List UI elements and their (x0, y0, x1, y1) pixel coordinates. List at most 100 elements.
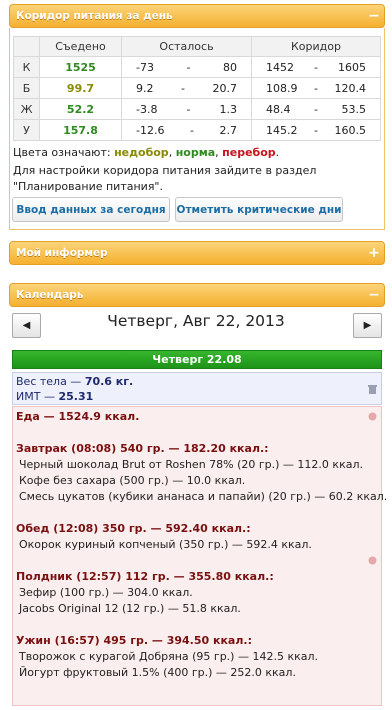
hint-text-line1: Для настройки коридора питания зайдите в… (13, 164, 317, 177)
next-day-button[interactable]: ▶ (353, 313, 382, 338)
remaining-range: 9.2 - 20.7 (121, 77, 252, 99)
range-max: 1605 (337, 60, 366, 74)
table-row: У 157.8 -12.6 - 2.7 145.2 - 160.5 (13, 119, 381, 141)
meal-item: Jacobs Original 12 (12 гр.) — 51.8 ккал. (19, 602, 241, 615)
corridor-table: Съедено Осталось Коридор К 1525 -73 - 80 1… (13, 36, 381, 141)
row-label: У (13, 119, 40, 141)
range-dash: - (181, 81, 185, 95)
table-row: К 1525 -73 - 80 1452 - 1605 (13, 56, 381, 78)
row-label: Ж (13, 98, 40, 120)
corridor-panel-title: Коридор питания за день (16, 10, 173, 22)
eaten-value: 1525 (39, 56, 122, 78)
remaining-range: -73 - 80 (121, 56, 252, 78)
corridor-range: 1452 - 1605 (251, 56, 381, 78)
range-dash: - (314, 123, 318, 137)
table-header-cell: Съедено (39, 36, 122, 57)
row-label: Б (13, 77, 40, 99)
arrow-right-icon: ▶ (363, 320, 372, 331)
range-max: 160.5 (334, 123, 366, 137)
range-dash: - (186, 60, 191, 74)
calendar-panel-title: Календарь (16, 289, 84, 301)
enter-today-data-button[interactable]: Ввод данных за сегодня (12, 197, 170, 222)
food-value: 1524.9 ккал. (58, 410, 140, 423)
meal-title-breakfast: Завтрак (08:08) 540 гр. — 182.20 ккал.: (16, 442, 269, 455)
weight-value: 70.6 кг. (84, 375, 134, 388)
remaining-range: -12.6 - 2.7 (121, 119, 252, 141)
informer-panel-header[interactable]: Мой информер + (9, 241, 385, 265)
range-max: 1.3 (219, 102, 237, 116)
legend-sep: , (168, 146, 173, 159)
range-min: 1452 (266, 60, 294, 74)
collapse-toggle-icon[interactable]: − (368, 9, 380, 23)
food-label: Еда (16, 410, 40, 423)
corridor-range: 48.4 - 53.5 (251, 98, 381, 120)
table-header-cell (13, 36, 40, 57)
weight-box: Вес тела — 70.6 кг. ИМТ — 25.31 (12, 372, 382, 405)
mark-critical-days-button[interactable]: Отметить критические дни (175, 197, 343, 222)
informer-panel-title: Мой информер (16, 247, 108, 259)
hand-icon[interactable] (368, 556, 377, 565)
corridor-range: 145.2 - 160.5 (251, 119, 381, 141)
meal-item: Зефир (100 гр.) — 304.0 ккал. (19, 586, 193, 599)
range-min: 108.9 (266, 81, 298, 95)
legend-prefix: Цвета означают: (13, 146, 111, 159)
prev-day-button[interactable]: ◀ (12, 313, 41, 338)
range-min: 48.4 (266, 102, 291, 116)
meal-title-lunch: Обед (12:08) 350 гр. — 592.40 ккал.: (16, 522, 251, 535)
calendar-panel-header[interactable]: Календарь − (9, 283, 385, 307)
arrow-left-icon: ◀ (22, 320, 31, 331)
legend-sep: , (215, 146, 219, 159)
hand-icon[interactable] (368, 412, 377, 421)
table-header-cell: Осталось (121, 36, 252, 57)
range-min: 9.2 (136, 81, 154, 95)
day-bar: Четверг 22.08 (12, 350, 382, 369)
expand-toggle-icon[interactable]: + (368, 246, 380, 260)
range-max: 120.4 (334, 81, 366, 95)
date-title: Четверг, Авг 22, 2013 (107, 312, 285, 330)
legend-under: недобор (114, 146, 169, 159)
range-dash: - (189, 123, 194, 137)
range-min: -73 (136, 60, 154, 74)
remaining-range: -3.8 - 1.3 (121, 98, 252, 120)
collapse-toggle-icon[interactable]: − (368, 288, 380, 302)
range-dash: - (314, 60, 318, 74)
range-max: 53.5 (341, 102, 366, 116)
bmi-value: 25.31 (58, 390, 94, 403)
range-dash: - (314, 81, 318, 95)
legend-end: . (275, 146, 280, 159)
range-max: 80 (222, 60, 237, 74)
meal-item: Йогурт фруктовый 1.5% (400 гр.) — 252.0 … (19, 666, 296, 679)
eaten-value: 99.7 (39, 77, 122, 99)
table-row: Ж 52.2 -3.8 - 1.3 48.4 - 53.5 (13, 98, 381, 120)
range-dash: - (314, 102, 318, 116)
weight-line: Вес тела — 70.6 кг. (16, 375, 134, 388)
eaten-value: 52.2 (39, 98, 122, 120)
color-legend: Цвета означают: недобор, норма, перебор. (13, 146, 279, 159)
corridor-panel-header[interactable]: Коридор питания за день − (9, 4, 385, 28)
meal-item: Смесь цукатов (кубики ананаса и папайи) … (19, 490, 388, 503)
range-min: -3.8 (136, 102, 158, 116)
table-header-cell: Коридор (251, 36, 381, 57)
weight-label: Вес тела (16, 375, 67, 388)
meal-item: Черный шоколад Brut от Roshen 78% (20 гр… (19, 458, 363, 471)
row-label: К (13, 56, 40, 78)
meal-item: Кофе без сахара (500 гр.) — 10.0 ккал. (19, 474, 246, 487)
meal-item: Творожок с курагой Добряна (95 гр.) — 14… (19, 650, 319, 663)
hint-text-line2: "Планирование питания". (13, 180, 163, 193)
corridor-range: 108.9 - 120.4 (251, 77, 381, 99)
range-max: 20.7 (212, 81, 237, 95)
range-max: 2.7 (219, 123, 237, 137)
trash-icon[interactable] (368, 385, 377, 394)
food-box: Еда — 1524.9 ккал. Завтрак (08:08) 540 г… (12, 406, 387, 706)
range-min: 145.2 (266, 123, 298, 137)
range-dash: - (186, 102, 191, 116)
table-header-row: Съедено Осталось Коридор (13, 36, 381, 57)
meal-title-snack: Полдник (12:57) 112 гр. — 355.80 ккал.: (16, 570, 274, 583)
meal-item: Окорок куриный копченый (350 гр.) — 592.… (19, 538, 312, 551)
bmi-line: ИМТ — 25.31 (16, 390, 94, 403)
table-row: Б 99.7 9.2 - 20.7 108.9 - 120.4 (13, 77, 381, 99)
food-total-line: Еда — 1524.9 ккал. (16, 410, 140, 423)
bmi-label: ИМТ (16, 390, 41, 403)
legend-over: перебор (222, 146, 276, 159)
range-min: -12.6 (136, 123, 165, 137)
